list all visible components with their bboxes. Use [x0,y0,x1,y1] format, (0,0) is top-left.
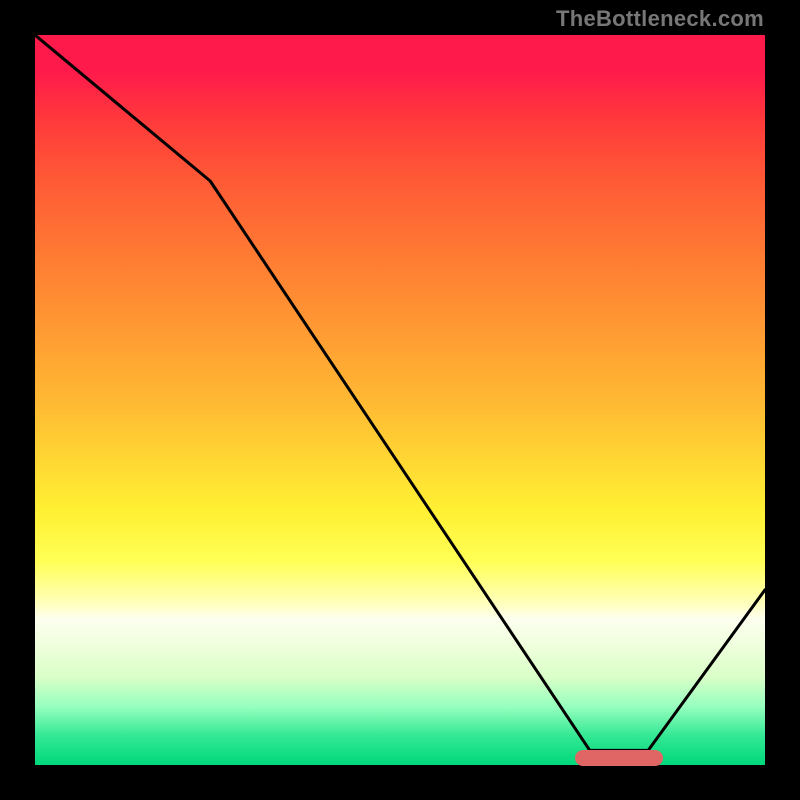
watermark-text: TheBottleneck.com [556,6,764,32]
optimal-range-marker [575,750,663,766]
chart-plot-area [35,35,765,765]
bottleneck-curve [35,35,765,765]
